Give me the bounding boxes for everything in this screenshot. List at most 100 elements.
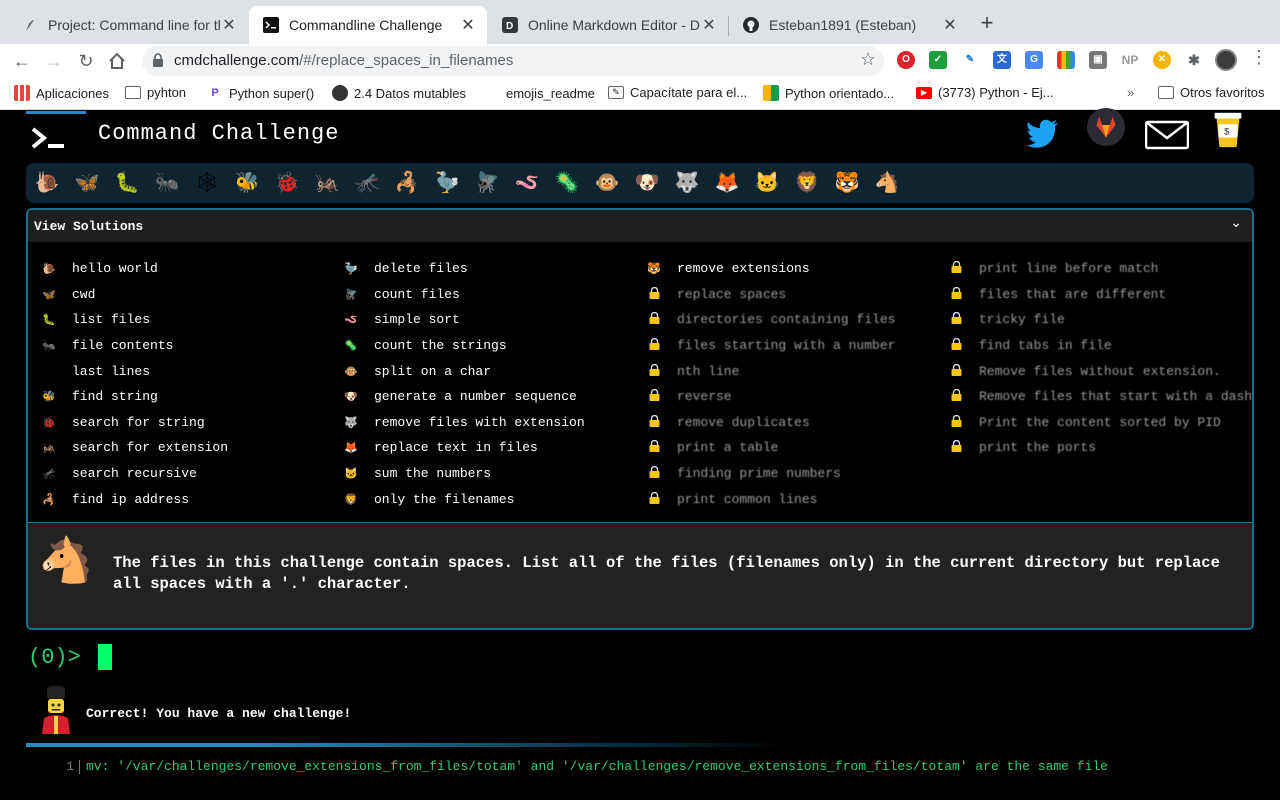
solution-item[interactable]: 🕸 last lines — [40, 358, 340, 384]
challenge-critter-icon[interactable]: 🦊 — [712, 169, 742, 197]
menu-kebab-icon[interactable]: ⋮ — [1250, 47, 1268, 68]
solution-item[interactable]: 🐯 remove extensions — [645, 256, 945, 282]
solution-item[interactable]: 🐜 file contents — [40, 333, 340, 359]
challenge-critter-icon[interactable]: 🪰 — [472, 169, 502, 197]
bookmark-pyhton[interactable]: pyhton — [125, 85, 186, 100]
color-grid-extension-icon[interactable] — [1057, 51, 1075, 69]
solution-item[interactable]: Remove files without extension. — [947, 358, 1247, 384]
profile-avatar[interactable] — [1215, 49, 1237, 71]
solution-item[interactable]: print a table — [645, 435, 945, 461]
translate-extension-icon[interactable]: 文 — [993, 51, 1011, 69]
bookmark-youtube[interactable]: ▶ (3773) Python - Ej... — [916, 85, 1054, 100]
solution-item[interactable]: 🪱 simple sort — [342, 307, 642, 333]
challenge-critter-icon[interactable]: 🐛 — [112, 169, 142, 197]
bookmark-python-orientado[interactable]: Python orientado... — [763, 85, 894, 101]
bookmark-star-icon[interactable]: ☆ — [860, 49, 876, 70]
challenge-critter-icon[interactable]: 🦁 — [792, 169, 822, 197]
opera-extension-icon[interactable]: O — [897, 51, 915, 69]
bookmark-capacitate[interactable]: ✎ Capacítate para el... — [608, 85, 747, 100]
puzzle-extensions-icon[interactable]: ✱ — [1185, 51, 1203, 69]
google-translate-icon[interactable]: G — [1025, 51, 1043, 69]
challenge-critter-icon[interactable]: 🐵 — [592, 169, 622, 197]
close-icon[interactable]: ✕ — [220, 15, 238, 35]
challenge-critter-icon[interactable]: 🕸 — [192, 169, 222, 197]
solution-item[interactable]: find tabs in file — [947, 333, 1247, 359]
challenge-critter-icon[interactable]: 🐯 — [832, 169, 862, 197]
solution-item[interactable]: 🐛 list files — [40, 307, 340, 333]
solution-item[interactable]: 🐌 hello world — [40, 256, 340, 282]
solution-item[interactable]: print the ports — [947, 435, 1247, 461]
challenge-critter-icon[interactable]: 🪱 — [512, 169, 542, 197]
pen-extension-icon[interactable]: ✎ — [961, 51, 979, 69]
solution-item[interactable]: 🦁 only the filenames — [342, 486, 642, 512]
tab-github[interactable]: Esteban1891 (Esteban) ✕ — [729, 6, 969, 44]
close-icon[interactable]: ✕ — [459, 15, 477, 35]
solution-item[interactable]: 🐞 search for string — [40, 410, 340, 436]
solution-item[interactable]: nth line — [645, 358, 945, 384]
close-icon[interactable]: ✕ — [700, 15, 718, 35]
challenge-critter-icon[interactable]: 🐱 — [752, 169, 782, 197]
bookmark-otros-favoritos[interactable]: Otros favoritos — [1158, 85, 1265, 100]
solution-item[interactable]: Remove files that start with a dash — [947, 384, 1252, 410]
bookmark-python-super[interactable]: P Python super() — [207, 85, 314, 101]
challenge-critter-icon[interactable]: 🦠 — [552, 169, 582, 197]
challenge-critter-icon[interactable]: 🐺 — [672, 169, 702, 197]
challenge-critter-icon[interactable]: 🐌 — [32, 169, 62, 197]
forward-arrow-icon[interactable]: → — [41, 48, 67, 74]
solution-item[interactable]: 🦋 cwd — [40, 282, 340, 308]
challenge-critter-icon[interactable]: 🦗 — [312, 169, 342, 197]
address-bar[interactable]: cmdchallenge.com/#/replace_spaces_in_fil… — [142, 46, 884, 76]
twitter-icon[interactable] — [1026, 113, 1060, 153]
np-extension-icon[interactable]: NP — [1119, 51, 1141, 69]
solution-item[interactable]: Print the content sorted by PID — [947, 410, 1247, 436]
solution-item[interactable]: 🦂 find ip address — [40, 486, 340, 512]
checkmark-extension-icon[interactable]: ✓ — [929, 51, 947, 69]
new-tab-button[interactable]: + — [974, 10, 1000, 36]
bookmarks-overflow-icon[interactable]: » — [1127, 85, 1134, 100]
solution-item[interactable]: files starting with a number — [645, 333, 945, 359]
challenge-critter-icon[interactable]: 🐝 — [232, 169, 262, 197]
bookmark-aplicaciones[interactable]: Aplicaciones — [14, 85, 109, 101]
solution-item[interactable]: 🐵 split on a char — [342, 358, 642, 384]
tab-commandline-challenge[interactable]: Commandline Challenge ✕ — [249, 6, 487, 44]
terminal-input-cursor[interactable] — [98, 644, 112, 670]
challenge-critter-icon[interactable]: 🦤 — [432, 169, 462, 197]
view-solutions-header[interactable]: View Solutions ⌄ — [28, 210, 1252, 242]
tab-project[interactable]: Project: Command line for the ✕ — [8, 6, 248, 44]
solution-item[interactable]: directories containing files — [645, 307, 945, 333]
challenge-critter-icon[interactable]: 🦋 — [72, 169, 102, 197]
challenge-critter-icon[interactable]: 🐴 — [872, 169, 902, 197]
solution-item[interactable]: 🦤 delete files — [342, 256, 642, 282]
solution-item[interactable]: print line before match — [947, 256, 1247, 282]
mail-icon[interactable] — [1145, 115, 1189, 155]
solution-item[interactable]: 🪰 count files — [342, 282, 642, 308]
challenge-critter-icon[interactable]: 🐶 — [632, 169, 662, 197]
close-icon[interactable]: ✕ — [941, 15, 959, 35]
solution-item[interactable]: 🦠 count the strings — [342, 333, 642, 359]
coin-extension-icon[interactable]: ✕ — [1153, 51, 1171, 69]
terminal-logo-icon[interactable] — [30, 123, 70, 153]
back-arrow-icon[interactable]: ← — [9, 48, 35, 74]
screen-extension-icon[interactable]: ▣ — [1089, 51, 1107, 69]
reload-icon[interactable]: ↻ — [73, 48, 99, 74]
challenge-critter-icon[interactable]: 🐞 — [272, 169, 302, 197]
solution-item[interactable]: finding prime numbers — [645, 461, 945, 487]
solution-item[interactable]: files that are different — [947, 282, 1247, 308]
solution-item[interactable]: 🐝 find string — [40, 384, 340, 410]
solution-item[interactable]: 🦟 search recursive — [40, 461, 340, 487]
solution-item[interactable]: 🦊 replace text in files — [342, 435, 642, 461]
home-icon[interactable] — [104, 48, 130, 74]
chevron-down-icon[interactable]: ⌄ — [1230, 214, 1242, 231]
solution-item[interactable]: reverse — [645, 384, 945, 410]
tab-markdown-editor[interactable]: D Online Markdown Editor - Dillin ✕ — [488, 6, 728, 44]
donate-cup-icon[interactable]: $ — [1212, 109, 1244, 149]
solution-item[interactable]: 🦗 search for extension — [40, 435, 340, 461]
solution-item[interactable]: print common lines — [645, 486, 945, 512]
challenge-critter-icon[interactable]: 🦟 — [352, 169, 382, 197]
challenge-critter-icon[interactable]: 🦂 — [392, 169, 422, 197]
bookmark-datos-mutables[interactable]: 2.4 Datos mutables — [332, 85, 466, 101]
bookmark-emojis-readme[interactable]: emojis_readme — [484, 85, 595, 101]
solution-item[interactable]: remove duplicates — [645, 410, 945, 436]
solution-item[interactable]: replace spaces — [645, 282, 945, 308]
gitlab-icon[interactable] — [1085, 107, 1127, 147]
